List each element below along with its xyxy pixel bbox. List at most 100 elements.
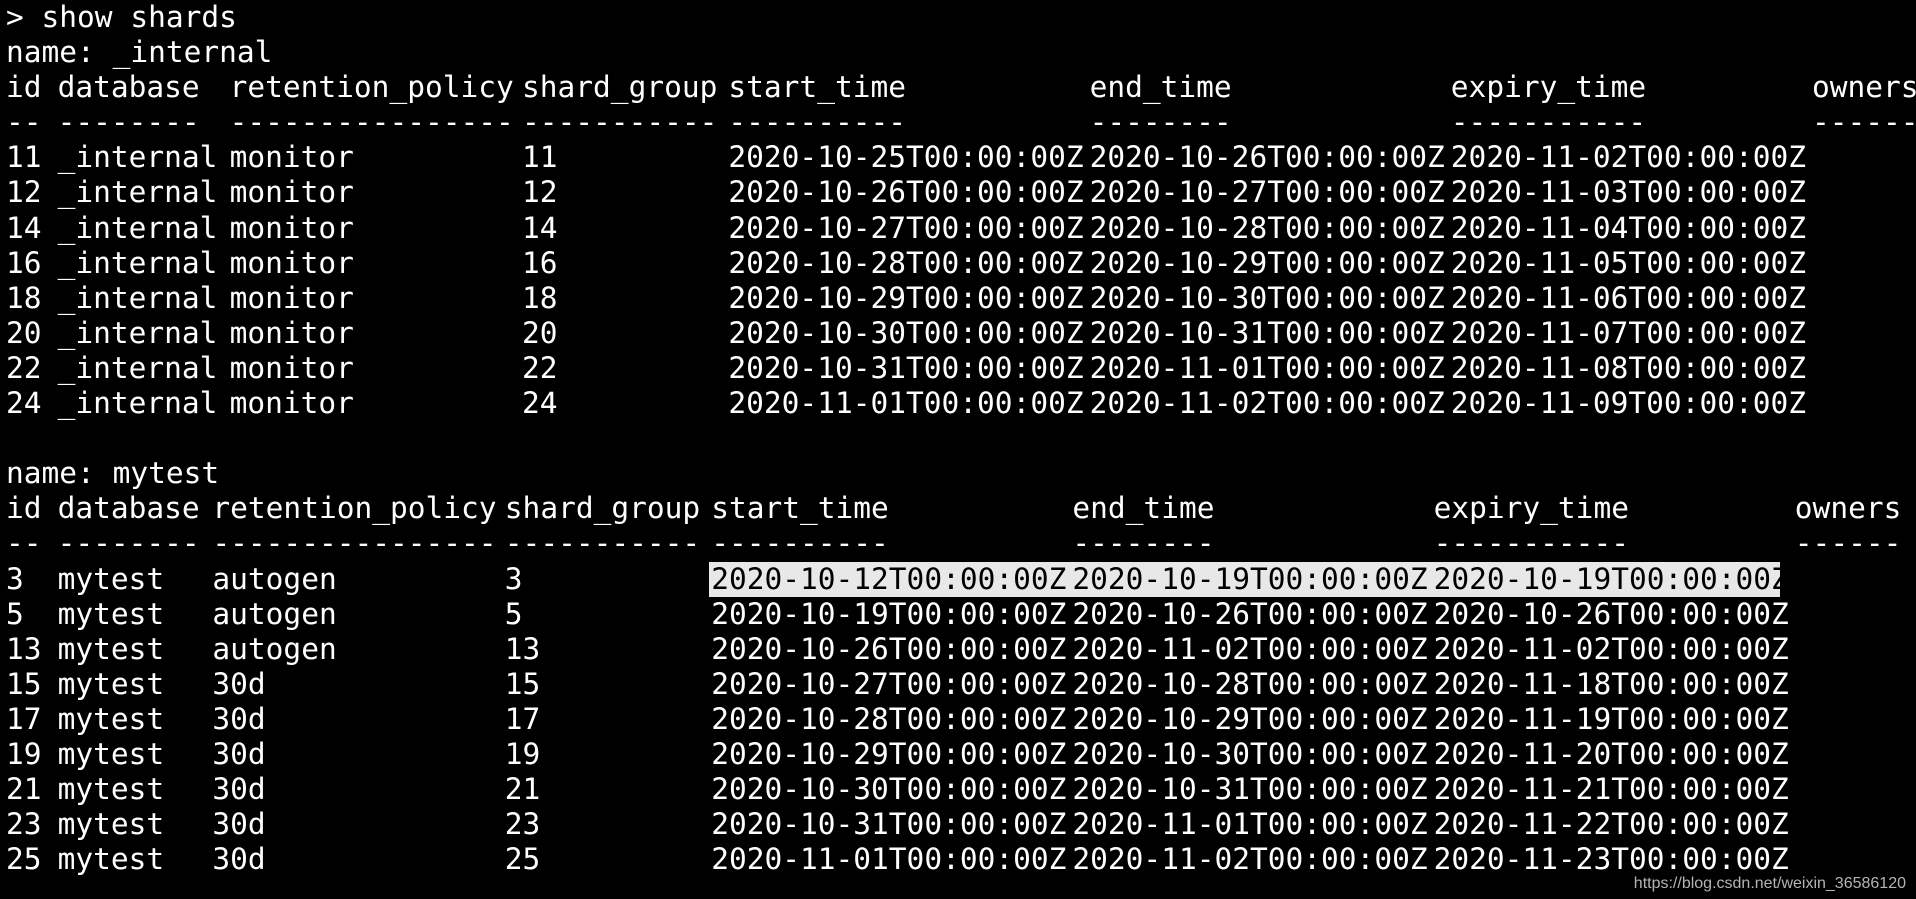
table-cell: 18 (522, 280, 558, 315)
table-row: 12 _internal monitor 12 2020-10-26T00:00:00Z… (6, 175, 1912, 210)
table-cell: 19 (504, 736, 541, 771)
table-cell: monitor (229, 175, 354, 210)
table-row: 20 _internal monitor 20 2020-10-30T00:00:00Z… (6, 316, 1912, 351)
column-separator: -------- (57, 526, 200, 561)
table-cell: 2020-10-30T00:00:00Z (1072, 736, 1428, 771)
table-cell: 2020-10-27T00:00:00Z (1089, 175, 1445, 210)
table-cell: 30d (212, 666, 266, 701)
table-cell: mytest (57, 561, 165, 596)
column-header-retention-policy: retention_policy (229, 70, 514, 105)
table-cell: 2020-10-19T00:00:00Z (1433, 561, 1789, 596)
table-cell: 20 (6, 315, 42, 350)
table-name-line: name: _internal (6, 35, 273, 70)
table-cell: 2020-11-20T00:00:00Z (1433, 736, 1789, 771)
table-cell: 16 (522, 245, 558, 280)
column-header-retention-policy: retention_policy (212, 491, 497, 526)
table-cell: 2020-10-27T00:00:00Z (728, 210, 1084, 245)
table-cell: 30d (212, 736, 266, 771)
column-header-owners: owners (1794, 491, 1902, 526)
table-cell: 2020-10-19T00:00:00Z (1072, 561, 1428, 596)
table-cell: mytest (57, 807, 165, 842)
terminal-window[interactable]: > show shards name: _internal id database r… (6, 0, 1916, 899)
table-cell: 2020-11-02T00:00:00Z (1072, 842, 1428, 877)
table-cell: 2020-10-30T00:00:00Z (1089, 280, 1445, 315)
table-cell: 2020-10-26T00:00:00Z (711, 631, 1067, 666)
shards-output: name: _internal id database retention_polic… (6, 35, 1916, 877)
table-cell: 3 (504, 561, 523, 596)
column-header-owners: owners (1812, 70, 1916, 105)
column-separator: ----------- (1433, 526, 1629, 561)
table-cell: mytest (57, 666, 165, 701)
table-cell: _internal (57, 280, 218, 315)
table-cell: 2020-10-28T00:00:00Z (711, 701, 1067, 736)
table-row: 23 mytest 30d 23 2020-10-31T00:00:00Z 2020-11… (6, 807, 1912, 842)
table-cell: 2020-11-23T00:00:00Z (1433, 842, 1789, 877)
table-row: 3 mytest autogen 3 2020-10-12T00:00:00Z 2020-… (6, 561, 1912, 597)
column-separator: ------ (1794, 526, 1902, 561)
column-header-start-time: start_time (711, 491, 889, 526)
table-cell: 2020-10-31T00:00:00Z (711, 807, 1067, 842)
table-cell: monitor (229, 350, 354, 385)
table-cell: 12 (522, 175, 558, 210)
table-row: 22 _internal monitor 22 2020-10-31T00:00:00Z… (6, 351, 1912, 386)
table-cell: 2020-10-29T00:00:00Z (711, 736, 1067, 771)
table-cell: 2020-11-08T00:00:00Z (1450, 350, 1807, 385)
table-cell: 24 (522, 386, 558, 421)
table-cell: _internal (57, 175, 218, 210)
table-cell: 2020-11-02T00:00:00Z (1450, 140, 1807, 175)
table-cell: 30d (212, 807, 266, 842)
table-cell: 2020-11-01T00:00:00Z (728, 386, 1084, 421)
table-row: 11 _internal monitor 11 2020-10-25T00:00:00Z… (6, 140, 1912, 175)
table-header-row: id database retention_policy shard_group sta… (6, 70, 1916, 105)
table-cell: 2020-10-26T00:00:00Z (1089, 140, 1445, 175)
table-cell: mytest (57, 701, 165, 736)
table-cell: _internal (57, 140, 218, 175)
table-row: 5 mytest autogen 5 2020-10-19T00:00:00Z 2020-… (6, 597, 1912, 632)
table-cell: 17 (504, 701, 541, 736)
table-cell: 3 (6, 561, 24, 596)
table-cell: 24 (6, 386, 42, 421)
table-cell: mytest (57, 772, 165, 807)
column-separator: -- (6, 526, 42, 561)
table-cell: mytest (57, 842, 165, 877)
table-cell: 2020-10-26T00:00:00Z (728, 175, 1084, 210)
table-row: 17 mytest 30d 17 2020-10-28T00:00:00Z 2020-10… (6, 702, 1912, 737)
table-row: 13 mytest autogen 13 2020-10-26T00:00:00Z 202… (6, 632, 1912, 667)
table-cell: 30d (212, 842, 266, 877)
table-cell: 11 (522, 140, 558, 175)
table-row: 14 _internal monitor 14 2020-10-27T00:00:00Z… (6, 211, 1912, 246)
column-header-expiry-time: expiry_time (1450, 70, 1647, 105)
table-cell: 2020-11-02T00:00:00Z (1433, 631, 1789, 666)
column-separator: ----------- (504, 526, 701, 561)
column-header-database: database (57, 491, 200, 526)
column-header-expiry-time: expiry_time (1433, 491, 1629, 526)
table-cell: 2020-10-31T00:00:00Z (1072, 772, 1428, 807)
table-cell: 22 (6, 350, 42, 385)
table-cell: 5 (6, 596, 24, 631)
table-cell: 25 (6, 842, 42, 877)
table-cell: autogen (212, 561, 337, 596)
table-cell: 2020-10-31T00:00:00Z (1089, 315, 1445, 350)
table-cell: 2020-10-26T00:00:00Z (1433, 596, 1789, 631)
table-cell: 2020-11-22T00:00:00Z (1433, 807, 1789, 842)
table-cell: 2020-11-06T00:00:00Z (1450, 280, 1807, 315)
table-cell: 11 (6, 140, 42, 175)
table-cell: 2020-10-28T00:00:00Z (728, 245, 1084, 280)
table-cell: 15 (6, 666, 42, 701)
table-cell: monitor (229, 210, 354, 245)
table-cell: _internal (57, 386, 218, 421)
table-cell: 20 (522, 315, 558, 350)
table-cell: monitor (229, 315, 354, 350)
table-cell: _internal (57, 245, 218, 280)
table-cell: 13 (6, 631, 42, 666)
column-header-id: id (6, 491, 42, 526)
table-cell: 2020-10-26T00:00:00Z (1072, 596, 1428, 631)
table-cell: autogen (212, 596, 337, 631)
table-cell: monitor (229, 280, 354, 315)
table-cell: 2020-11-09T00:00:00Z (1450, 386, 1807, 421)
table-row: 16 _internal monitor 16 2020-10-28T00:00:00Z… (6, 246, 1912, 281)
table-cell: _internal (57, 315, 218, 350)
table-row: 19 mytest 30d 19 2020-10-29T00:00:00Z 2020-10… (6, 737, 1912, 772)
table-cell: 17 (6, 701, 42, 736)
table-cell: 2020-10-12T00:00:00Z (711, 561, 1067, 596)
